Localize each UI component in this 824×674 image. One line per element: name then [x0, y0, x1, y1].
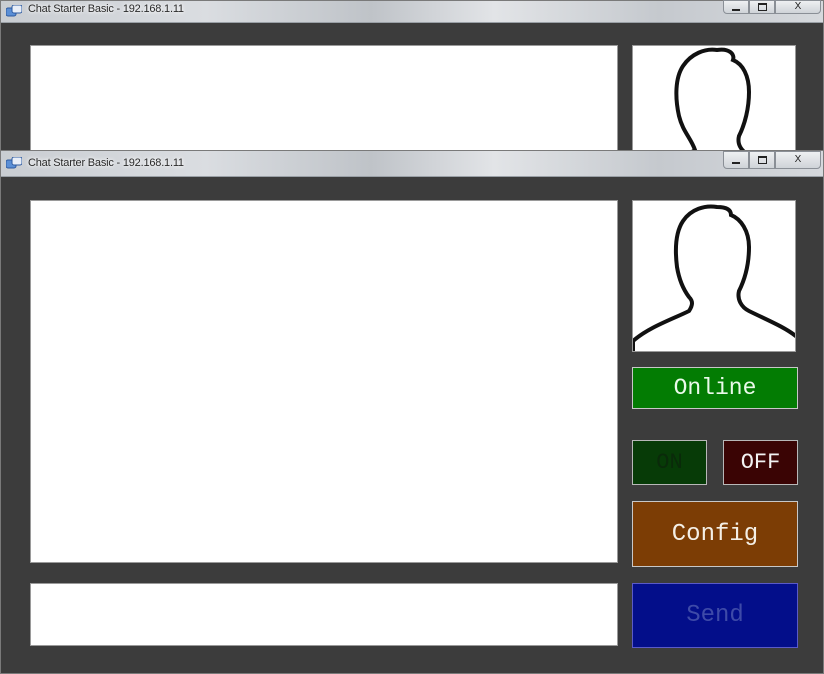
title-bar[interactable]: Chat Starter Basic - 192.168.1.11 X [1, 0, 823, 23]
app-icon [5, 4, 23, 19]
avatar [632, 200, 796, 352]
window-title: Chat Starter Basic - 192.168.1.11 [28, 157, 184, 169]
app-icon [5, 156, 23, 171]
status-online-button[interactable]: Online [632, 367, 798, 409]
minimize-icon [732, 8, 740, 11]
minimize-icon [732, 161, 740, 164]
message-input[interactable] [30, 583, 618, 646]
minimize-button[interactable] [723, 0, 749, 14]
close-icon: X [794, 154, 802, 165]
maximize-button[interactable] [749, 0, 775, 14]
title-bar[interactable]: Chat Starter Basic - 192.168.1.11 X [1, 151, 823, 177]
maximize-button[interactable] [749, 151, 775, 169]
user-silhouette-icon [633, 204, 795, 351]
user-silhouette-icon [663, 47, 773, 164]
chat-log[interactable] [30, 45, 618, 165]
minimize-button[interactable] [723, 151, 749, 169]
on-button[interactable]: ON [632, 440, 707, 485]
chat-window: Chat Starter Basic - 192.168.1.11 X Onli… [0, 150, 824, 674]
close-button[interactable]: X [775, 0, 821, 14]
off-button[interactable]: OFF [723, 440, 798, 485]
send-button[interactable]: Send [632, 583, 798, 648]
close-button[interactable]: X [775, 151, 821, 169]
config-button[interactable]: Config [632, 501, 798, 567]
chat-window-background: Chat Starter Basic - 192.168.1.11 X [0, 0, 824, 165]
avatar [632, 45, 796, 165]
close-icon: X [794, 1, 802, 12]
maximize-icon [757, 3, 767, 11]
maximize-icon [757, 156, 767, 164]
window-title: Chat Starter Basic - 192.168.1.11 [28, 3, 184, 15]
chat-log[interactable] [30, 200, 618, 563]
